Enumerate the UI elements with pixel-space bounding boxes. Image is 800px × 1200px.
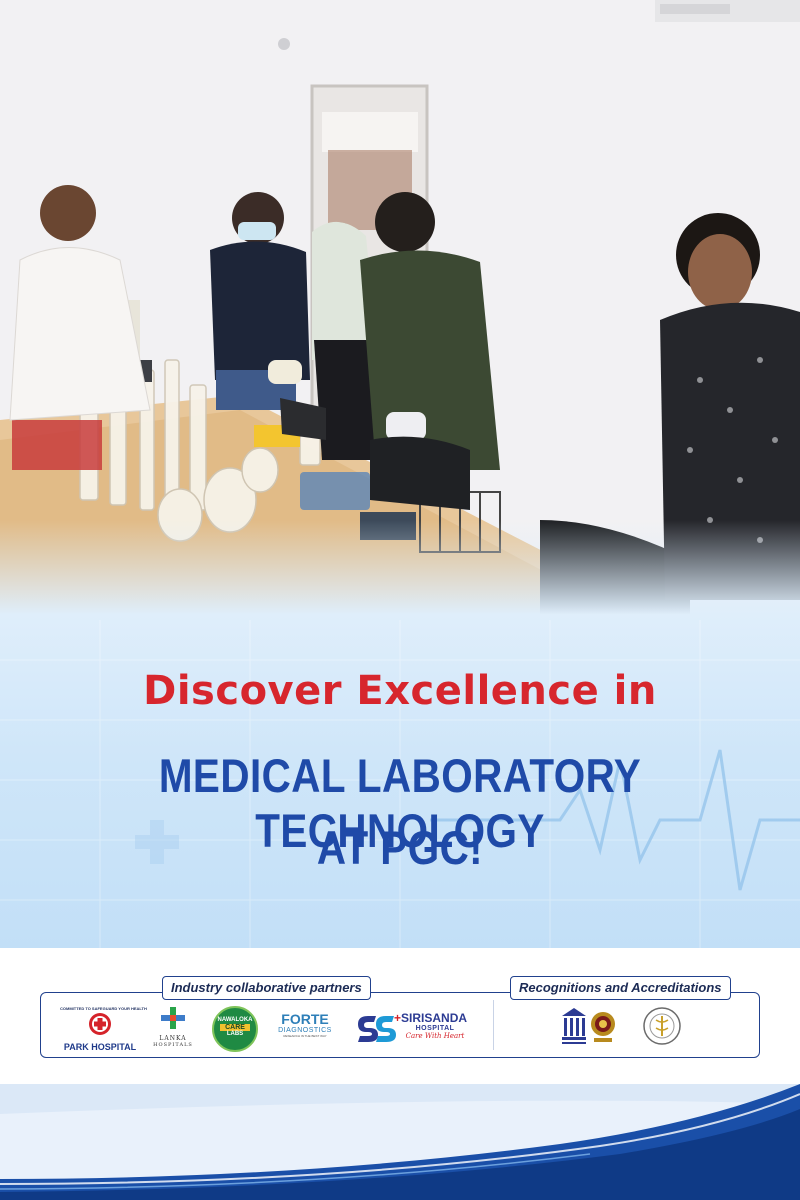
sirisanda-sub: HOSPITAL (415, 1025, 455, 1032)
forte-diagnostics-logo: FORTE DIAGNOSTICS RESEARCH IN THE BEST W… (272, 1012, 338, 1048)
footer-wave (0, 1084, 800, 1200)
pillars-icon (562, 1008, 586, 1044)
ecg-pattern (0, 620, 800, 950)
sirisanda-plus-icon: + (394, 1011, 402, 1025)
lanka-hospitals-logo: LANKA HOSPITALS (152, 1006, 194, 1052)
forte-sub: DIAGNOSTICS (278, 1027, 332, 1034)
crest-icon (591, 1012, 615, 1042)
lanka-name: LANKA (159, 1035, 187, 1042)
partners-label: Industry collaborative partners (162, 976, 371, 1000)
forte-tag: RESEARCH IN THE BEST WAY (283, 1034, 327, 1038)
sirisanda-ss-icon (358, 1016, 396, 1042)
park-hospital-name: PARK HOSPITAL (63, 1042, 137, 1052)
nawaloka-top: NAWALOKA (217, 1017, 253, 1023)
accreditation-building-emblem (561, 1006, 587, 1046)
sirisanda-tag: Care With Heart (405, 1032, 465, 1040)
logos-divider (493, 1000, 494, 1050)
sirisanda-name-text: SIRISANDA (401, 1011, 468, 1025)
blue-background (0, 520, 800, 950)
headline-institution: AT PGC! (316, 821, 484, 874)
caduceus-seal-icon (643, 1007, 681, 1045)
forte-name: FORTE (281, 1011, 329, 1027)
sirisanda-hospital-logo: +SIRISANDA HOSPITAL Care With Heart (356, 1012, 476, 1046)
nawaloka-bottom: LABS (226, 1031, 244, 1037)
medical-council-emblem (642, 1006, 682, 1046)
accreditations-label: Recognitions and Accreditations (510, 976, 731, 1000)
headline-discover: Discover Excellence in (143, 668, 657, 714)
nawaloka-logo: NAWALOKA CARE LABS (212, 1006, 258, 1052)
park-hospital-logo: COMMITTED TO SAFEGUARD YOUR HEALTH PARK … (60, 1006, 147, 1052)
lanka-sub: HOSPITALS (153, 1042, 193, 1048)
sirisanda-name: +SIRISANDA (394, 1012, 476, 1025)
nawaloka-mid: CARE (220, 1024, 250, 1031)
government-crest-emblem (590, 1006, 616, 1046)
park-hospital-cross-icon (89, 1013, 111, 1035)
lanka-plus-icon (161, 1007, 185, 1029)
wave-decoration (0, 1084, 800, 1200)
